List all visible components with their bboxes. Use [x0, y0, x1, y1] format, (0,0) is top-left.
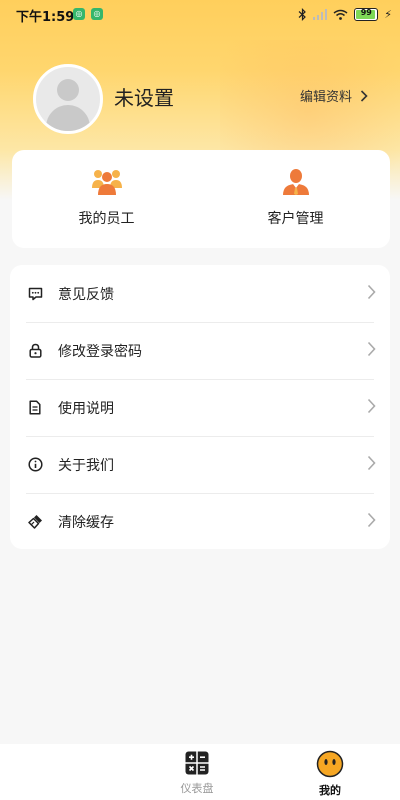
battery-icon: 99 [354, 7, 379, 21]
document-icon [29, 400, 41, 415]
status-time: 下午1:59 [16, 10, 75, 25]
tab-label: 我的 [319, 784, 341, 797]
menu-item-label: 使用说明 [58, 400, 114, 417]
chevron-right-icon [367, 341, 376, 357]
chevron-right-icon [367, 455, 376, 471]
bluetooth-icon [298, 7, 307, 21]
info-icon [27, 457, 43, 472]
chevron-right-icon [367, 284, 376, 300]
quick-action-label: 客户管理 [267, 211, 324, 227]
broom-icon [27, 515, 42, 529]
smiley-icon [316, 750, 344, 778]
tab-label: 仪表盘 [180, 782, 214, 795]
menu-item-instructions[interactable]: 使用说明 [10, 379, 390, 436]
customer-icon [282, 169, 309, 195]
settings-menu: 意见反馈 修改登录密码 使用说明 关于我们 清除缓存 [10, 265, 390, 549]
chevron-right-icon [367, 398, 376, 414]
charging-icon: ⚡ [384, 7, 392, 21]
edit-profile-button[interactable]: 编辑资料 [300, 86, 368, 105]
app-notification-icon: ◎ [91, 8, 103, 20]
battery-level: 99 [360, 7, 372, 17]
quick-actions-card: 我的员工 客户管理 [12, 150, 390, 248]
menu-item-clear-cache[interactable]: 清除缓存 [10, 493, 390, 550]
wifi-icon [333, 9, 348, 20]
dashboard-icon [185, 751, 209, 775]
tab-mine[interactable]: 我的 [290, 750, 370, 798]
signal-icon [313, 8, 328, 20]
bottom-nav: 仪表盘 我的 [0, 744, 400, 800]
avatar[interactable] [33, 64, 103, 134]
edit-profile-label: 编辑资料 [300, 90, 353, 105]
customer-management-button[interactable]: 客户管理 [201, 150, 390, 248]
chevron-right-icon [360, 89, 368, 102]
menu-item-label: 修改登录密码 [58, 343, 142, 360]
menu-item-feedback[interactable]: 意见反馈 [10, 265, 390, 322]
my-employees-button[interactable]: 我的员工 [12, 150, 201, 248]
menu-item-label: 意见反馈 [58, 286, 114, 303]
menu-item-label: 关于我们 [58, 457, 114, 474]
menu-item-label: 清除缓存 [58, 514, 114, 531]
menu-item-change-password[interactable]: 修改登录密码 [10, 322, 390, 379]
lock-icon [28, 343, 42, 358]
menu-item-about-us[interactable]: 关于我们 [10, 436, 390, 493]
profile-name: 未设置 [114, 86, 174, 110]
chevron-right-icon [367, 512, 376, 528]
tab-dashboard[interactable]: 仪表盘 [157, 750, 237, 796]
feedback-icon [28, 287, 42, 300]
employees-icon [91, 170, 122, 195]
app-notification-icon: ◎ [73, 8, 85, 20]
quick-action-label: 我的员工 [78, 211, 135, 227]
status-bar: 下午1:59 ◎ ◎ 99 ⚡ [0, 0, 400, 28]
